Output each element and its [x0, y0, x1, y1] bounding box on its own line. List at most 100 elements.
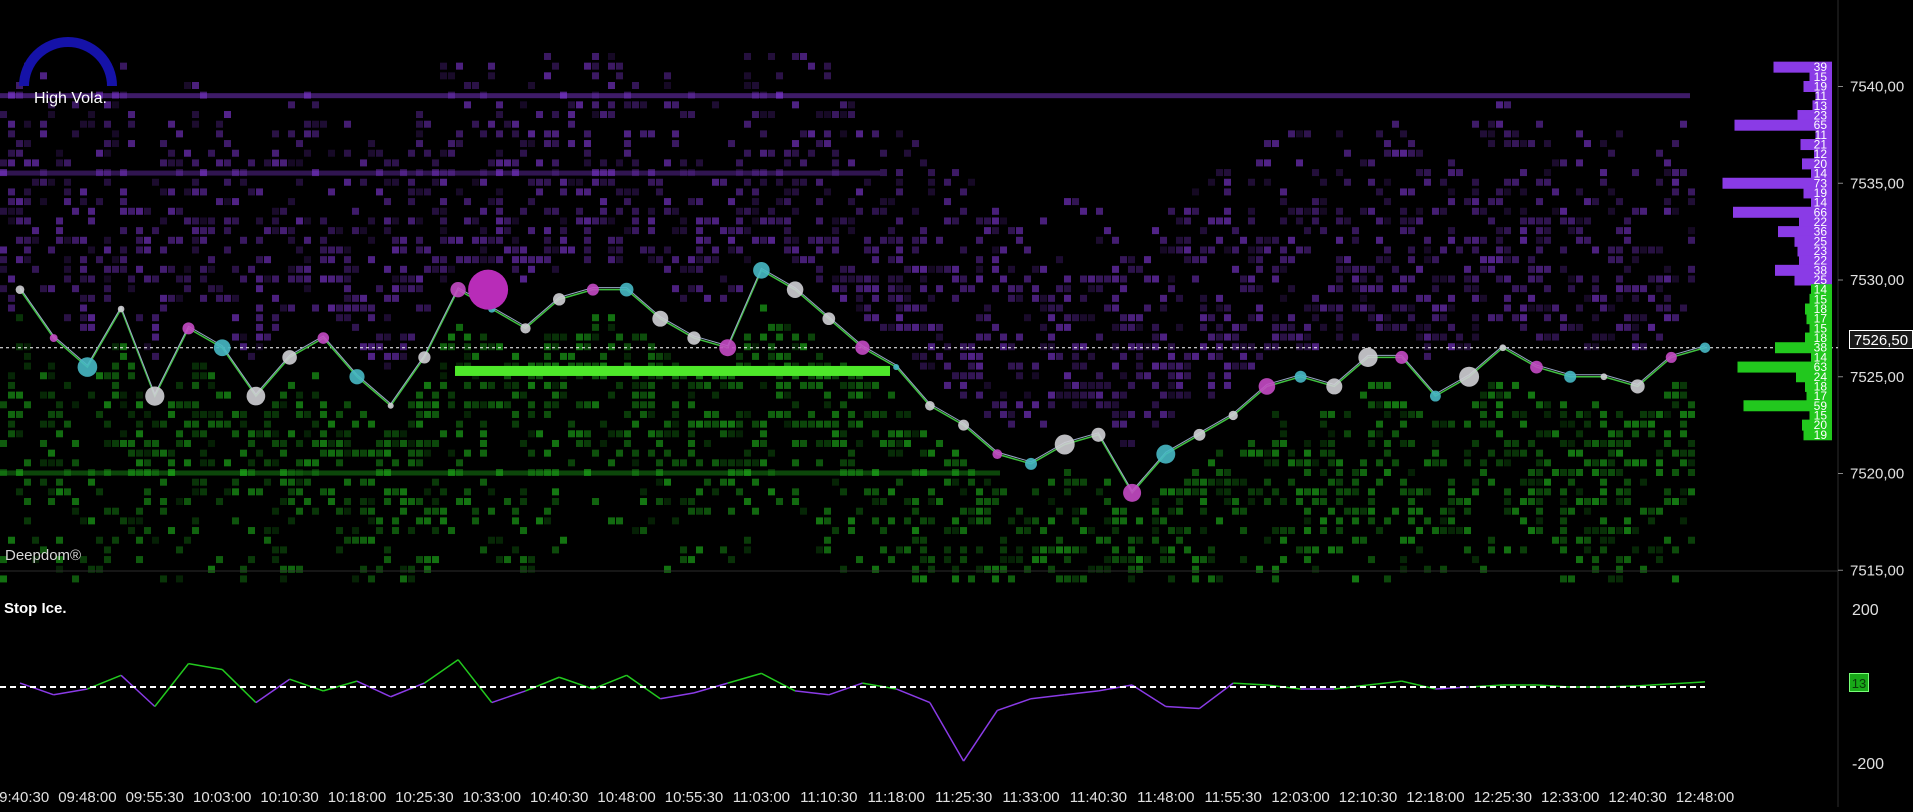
bid-cell — [472, 401, 479, 409]
bid-cell — [1440, 565, 1447, 573]
bid-cell — [1416, 507, 1423, 515]
ask-cell — [1592, 333, 1599, 341]
ask-cell — [816, 275, 823, 283]
ask-cell — [1280, 217, 1287, 225]
bid-cell — [192, 362, 199, 370]
trading-chart[interactable]: 39 15 19 11 13 23 65 11 21 12 20 14 73 19 14 66 22 36 25 23… — [0, 0, 1913, 807]
bid-cell — [864, 391, 871, 399]
ask-cell — [888, 198, 895, 206]
bid-cell — [744, 498, 751, 506]
bid-cell — [920, 556, 927, 564]
ask-cell — [216, 159, 223, 167]
bid-cell — [1368, 498, 1375, 506]
ask-cell — [384, 217, 391, 225]
bid-cell — [816, 381, 823, 389]
bid-cell — [1584, 420, 1591, 428]
ask-cell — [1256, 304, 1263, 312]
bid-cell — [1208, 459, 1215, 467]
bid-cell — [40, 439, 47, 447]
bid-cell — [1600, 527, 1607, 535]
bid-cell — [1408, 507, 1415, 515]
ask-cell — [176, 207, 183, 215]
bid-cell — [1488, 546, 1495, 554]
bid-cell — [848, 391, 855, 399]
bid-cell — [1168, 507, 1175, 515]
ask-cell — [1248, 343, 1255, 351]
bid-cell — [304, 498, 311, 506]
ask-cell — [1672, 314, 1679, 322]
ask-cell — [1128, 439, 1135, 447]
bid-cell — [472, 352, 479, 360]
bid-cell — [568, 420, 575, 428]
ask-cell — [656, 178, 663, 186]
ask-cell — [824, 140, 831, 148]
ask-cell — [832, 246, 839, 254]
bid-cell — [1320, 439, 1327, 447]
bid-cell — [880, 546, 887, 554]
bid-cell — [1520, 420, 1527, 428]
ask-cell — [832, 275, 839, 283]
ask-cell — [1048, 294, 1055, 302]
ask-cell — [1440, 304, 1447, 312]
bid-cell — [1672, 469, 1679, 476]
bid-cell — [840, 430, 847, 438]
bid-cell — [1000, 546, 1007, 554]
chart-canvas[interactable]: 3915191113236511211220147319146622362523… — [0, 0, 1913, 807]
bid-cell — [864, 381, 871, 389]
ask-cell — [952, 372, 959, 380]
bid-cell — [640, 381, 647, 389]
ask-cell — [1408, 314, 1415, 322]
bid-cell — [1680, 381, 1687, 389]
ask-cell — [216, 285, 223, 293]
ask-cell — [992, 323, 999, 331]
ask-cell — [568, 111, 575, 119]
bid-cell — [1160, 517, 1167, 525]
ask-cell — [824, 62, 831, 70]
bid-cell — [56, 459, 63, 467]
ask-cell — [888, 256, 895, 264]
ask-cell — [1008, 294, 1015, 302]
ask-cell — [992, 256, 999, 264]
ask-cell — [696, 285, 703, 293]
ask-cell — [456, 188, 463, 196]
ask-cell — [912, 246, 919, 254]
bid-cell — [1184, 488, 1191, 496]
ask-cell — [560, 188, 567, 196]
ask-cell — [1448, 323, 1455, 331]
ask-cell — [984, 227, 991, 235]
ask-cell — [792, 140, 799, 148]
bid-cell — [696, 488, 703, 496]
ask-cell — [832, 159, 839, 167]
ask-cell — [720, 227, 727, 235]
ask-cell — [440, 265, 447, 273]
bid-cell — [264, 410, 271, 418]
bid-cell — [1072, 546, 1079, 554]
ask-cell — [1096, 285, 1103, 293]
ask-cell — [1016, 372, 1023, 380]
ask-cell — [1632, 169, 1639, 177]
ask-cell — [432, 265, 439, 273]
ask-cell — [544, 72, 551, 80]
bid-cell — [624, 430, 631, 438]
ask-cell — [1472, 236, 1479, 244]
bid-cell — [736, 488, 743, 496]
ask-cell — [920, 304, 927, 312]
ask-cell — [528, 256, 535, 264]
ask-cell — [256, 236, 263, 244]
ask-cell — [1336, 333, 1343, 341]
ask-cell — [1064, 294, 1071, 302]
bid-cell — [432, 498, 439, 506]
ask-cell — [592, 101, 599, 109]
bid-cell — [704, 507, 711, 515]
ask-cell — [1272, 265, 1279, 273]
bid-cell — [328, 498, 335, 506]
bid-cell — [1352, 469, 1359, 476]
ask-cell — [1616, 227, 1623, 235]
ask-cell — [1480, 256, 1487, 264]
bid-cell — [664, 420, 671, 428]
ask-cell — [1464, 198, 1471, 206]
ask-cell — [448, 149, 455, 157]
ask-cell — [608, 62, 615, 70]
bid-cell — [1672, 498, 1679, 506]
ask-cell — [1016, 285, 1023, 293]
